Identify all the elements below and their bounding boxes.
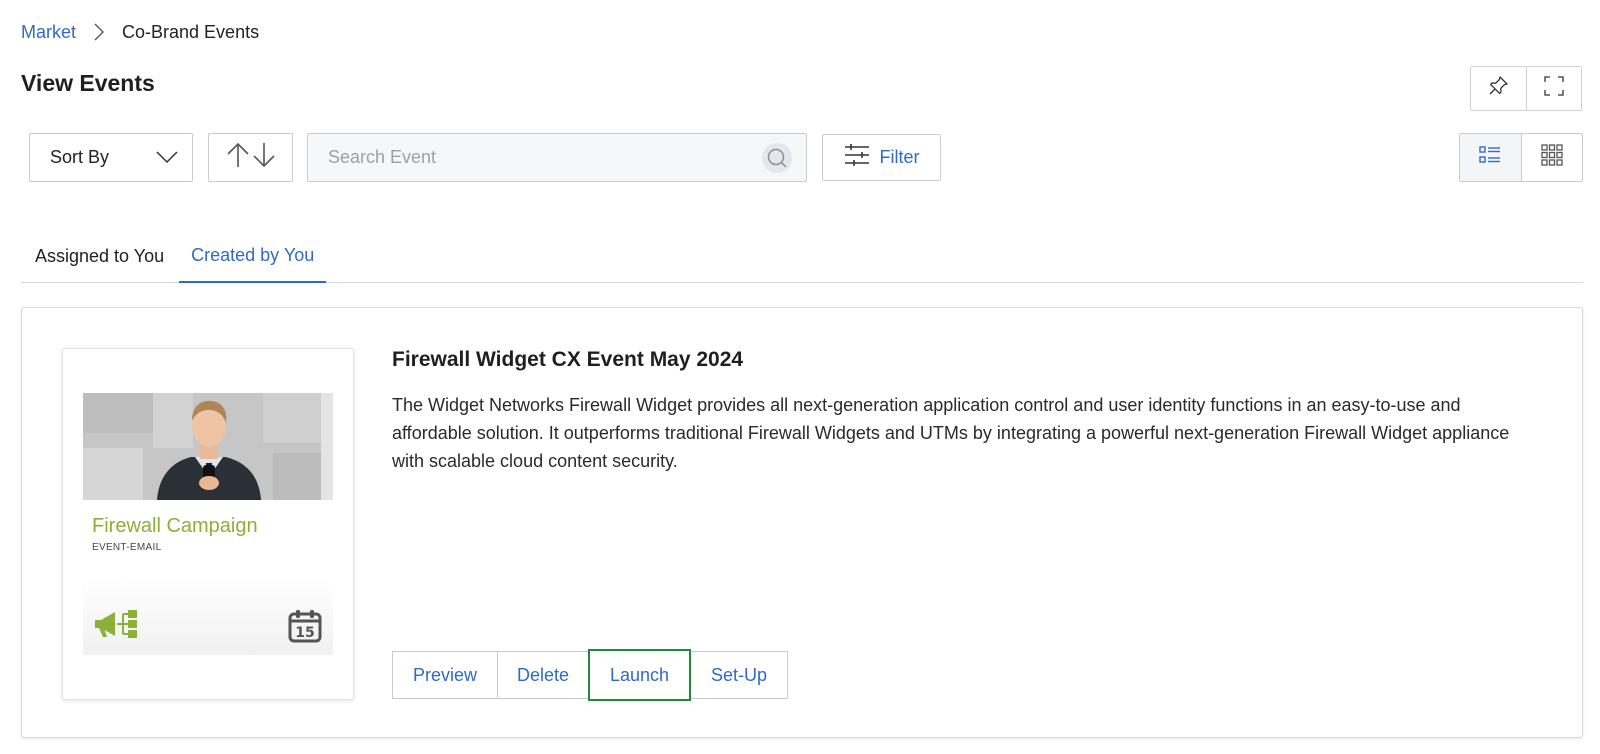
thumbnail-content: Firewall Campaign EVENT-EMAIL 15 — [83, 393, 333, 655]
event-actions: Preview Delete Launch Set-Up — [392, 649, 788, 701]
fullscreen-button[interactable] — [1525, 67, 1582, 110]
thumbnail-title: Firewall Campaign — [92, 515, 258, 537]
tab-created-by-you[interactable]: Created by You — [179, 229, 327, 283]
thumbnail-subtitle: EVENT-EMAIL — [92, 542, 162, 553]
sort-arrows-icon — [225, 142, 277, 173]
delete-button[interactable]: Delete — [497, 651, 589, 699]
search-event-box — [307, 133, 807, 182]
megaphone-icon — [93, 609, 141, 644]
view-toggle — [1459, 133, 1583, 182]
pin-icon — [1487, 75, 1509, 102]
launch-button[interactable]: Launch — [588, 649, 691, 701]
calendar-day: 15 — [295, 625, 314, 641]
pin-button[interactable] — [1471, 67, 1526, 110]
tab-assigned-to-you[interactable]: Assigned to You — [21, 229, 178, 283]
list-view-icon — [1479, 145, 1501, 170]
sort-by-select[interactable]: Sort By — [29, 133, 193, 182]
event-title: Firewall Widget CX Event May 2024 — [392, 348, 744, 371]
chevron-down-icon — [156, 147, 178, 168]
event-thumbnail[interactable]: Firewall Campaign EVENT-EMAIL 15 — [62, 348, 354, 700]
chevron-right-icon — [94, 23, 105, 41]
search-icon[interactable] — [762, 142, 792, 173]
grid-view-icon — [1541, 144, 1563, 171]
grid-view-button[interactable] — [1520, 134, 1583, 181]
setup-button[interactable]: Set-Up — [690, 651, 788, 699]
presenter-photo — [83, 393, 333, 500]
breadcrumb: Market Co-Brand Events — [21, 20, 259, 44]
sliders-icon — [844, 143, 870, 172]
event-card: Firewall Campaign EVENT-EMAIL 15 Firewal… — [21, 307, 1583, 738]
filter-label: Filter — [879, 147, 920, 167]
fullscreen-icon — [1543, 75, 1565, 102]
breadcrumb-current: Co-Brand Events — [122, 21, 260, 42]
sort-by-label: Sort By — [50, 147, 110, 167]
calendar-icon: 15 — [288, 609, 322, 648]
event-description: The Widget Networks Firewall Widget prov… — [392, 395, 1510, 471]
page-tools — [1470, 66, 1582, 111]
breadcrumb-market-link[interactable]: Market — [21, 22, 76, 43]
preview-button[interactable]: Preview — [392, 651, 498, 699]
filter-button[interactable]: Filter — [822, 134, 941, 181]
event-tabs: Assigned to You Created by You — [21, 229, 1583, 283]
sort-order-button[interactable] — [208, 133, 293, 182]
list-view-button[interactable] — [1460, 134, 1521, 181]
page-title: View Events — [21, 70, 155, 96]
search-input[interactable] — [328, 147, 762, 168]
